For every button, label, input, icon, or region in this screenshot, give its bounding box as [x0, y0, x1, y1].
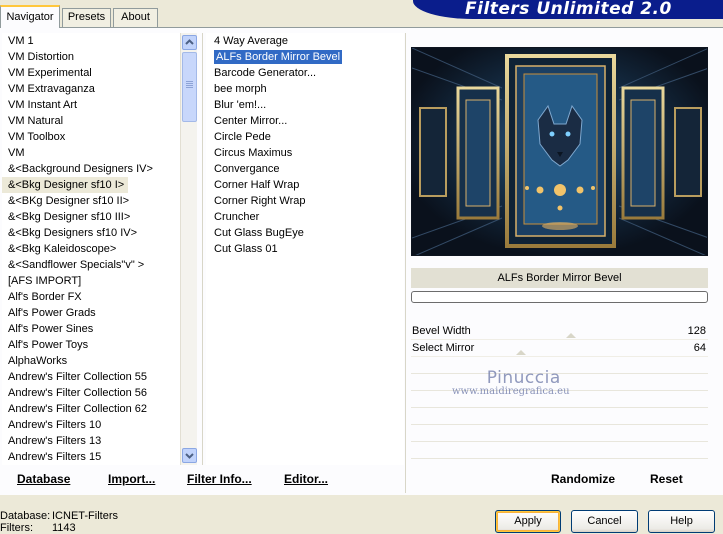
tab-about[interactable]: About: [113, 8, 158, 27]
category-item[interactable]: Andrew's Filter Collection 62: [2, 401, 180, 417]
category-item[interactable]: Andrew's Filters 10: [2, 417, 180, 433]
chevron-down-icon: [185, 453, 194, 459]
parameter-row-empty: [411, 391, 708, 408]
parameter-row-empty: [411, 374, 708, 391]
parameter-value: 64: [693, 342, 706, 354]
category-item[interactable]: Andrew's Filters 13: [2, 433, 180, 449]
category-item[interactable]: Alf's Border FX: [2, 289, 180, 305]
editor-button[interactable]: Editor...: [284, 472, 328, 486]
category-item[interactable]: &<Background Designers IV>: [2, 161, 180, 177]
filter-item[interactable]: Circus Maximus: [206, 145, 404, 161]
filters-count-value: 1143: [52, 522, 76, 534]
category-item[interactable]: Alf's Power Sines: [2, 321, 180, 337]
filter-item[interactable]: Corner Right Wrap: [206, 193, 404, 209]
parameter-row[interactable]: Bevel Width 128: [411, 323, 708, 340]
tab-presets[interactable]: Presets: [62, 8, 111, 27]
category-item[interactable]: AlphaWorks: [2, 353, 180, 369]
parameter-row-empty: [411, 357, 708, 374]
category-item[interactable]: VM Instant Art: [2, 97, 180, 113]
filter-item[interactable]: bee morph: [206, 81, 404, 97]
filter-item-selected[interactable]: ALFs Border Mirror Bevel: [206, 49, 404, 65]
filter-item[interactable]: 4 Way Average: [206, 33, 404, 49]
database-label: Database:: [0, 510, 51, 522]
randomize-button[interactable]: Randomize: [551, 472, 615, 486]
filter-list[interactable]: 4 Way Average ALFs Border Mirror Bevel Bar…: [206, 33, 404, 465]
category-item[interactable]: Andrew's Filter Collection 56: [2, 385, 180, 401]
filter-item[interactable]: Convergance: [206, 161, 404, 177]
filter-item[interactable]: Cut Glass BugEye: [206, 225, 404, 241]
category-item[interactable]: &<Sandflower Specials"v" >: [2, 257, 180, 273]
category-item[interactable]: VM Distortion: [2, 49, 180, 65]
cancel-button[interactable]: Cancel: [571, 510, 638, 533]
filter-item[interactable]: Cut Glass 01: [206, 241, 404, 257]
filter-preview-image[interactable]: [411, 47, 708, 256]
category-item[interactable]: &<BKg Designer sf10 II>: [2, 193, 180, 209]
status-area: Database: ICNET-Filters Filters: 1143: [0, 510, 118, 534]
parameter-name: Select Mirror: [412, 342, 475, 354]
filter-item[interactable]: Circle Pede: [206, 129, 404, 145]
filter-info-button[interactable]: Filter Info...: [187, 472, 252, 486]
database-value: ICNET-Filters: [52, 510, 118, 522]
progress-bar: [411, 291, 708, 303]
category-item[interactable]: VM Toolbox: [2, 129, 180, 145]
grip-icon: [186, 81, 193, 82]
filter-item[interactable]: Barcode Generator...: [206, 65, 404, 81]
category-item[interactable]: &<Bkg Kaleidoscope>: [2, 241, 180, 257]
slider-marker[interactable]: [516, 350, 527, 355]
category-scrollbar[interactable]: [180, 33, 197, 465]
parameter-list: Bevel Width 128 Select Mirror 64: [411, 323, 708, 459]
filter-item[interactable]: Cruncher: [206, 209, 404, 225]
current-filter-name: ALFs Border Mirror Bevel: [411, 268, 708, 288]
apply-button[interactable]: Apply: [495, 510, 561, 533]
chevron-up-icon: [185, 39, 194, 45]
scroll-down-button[interactable]: [182, 448, 197, 463]
import-button[interactable]: Import...: [108, 472, 155, 486]
database-button[interactable]: Database: [17, 472, 70, 486]
category-item[interactable]: [AFS IMPORT]: [2, 273, 180, 289]
category-list[interactable]: VM 1 VM Distortion VM Experimental VM Extra…: [2, 33, 180, 465]
title-banner: Filters Unlimited 2.0: [413, 0, 723, 19]
scroll-up-button[interactable]: [182, 35, 197, 50]
category-item[interactable]: &<Bkg Designers sf10 IV>: [2, 225, 180, 241]
category-item[interactable]: VM: [2, 145, 180, 161]
help-button[interactable]: Help: [648, 510, 715, 533]
category-item[interactable]: VM 1: [2, 33, 180, 49]
parameter-row-empty: [411, 408, 708, 425]
tab-navigator[interactable]: Navigator: [0, 5, 60, 28]
parameter-row-empty: [411, 425, 708, 442]
category-item[interactable]: Andrew's Filter Collection 55: [2, 369, 180, 385]
tab-strip: Navigator Presets About: [0, 0, 400, 28]
navigator-panel: VM 1 VM Distortion VM Experimental VM Extra…: [0, 27, 723, 495]
parameter-name: Bevel Width: [412, 325, 471, 337]
category-item[interactable]: VM Extravaganza: [2, 81, 180, 97]
parameter-row[interactable]: Select Mirror 64: [411, 340, 708, 357]
preview-artwork: [412, 48, 707, 255]
scroll-thumb[interactable]: [182, 52, 197, 122]
category-item[interactable]: Alf's Power Toys: [2, 337, 180, 353]
column-divider: [405, 33, 406, 493]
filter-item[interactable]: Blur 'em!...: [206, 97, 404, 113]
column-divider: [202, 33, 203, 465]
parameter-row-empty: [411, 442, 708, 459]
category-item[interactable]: &<Bkg Designer sf10 III>: [2, 209, 180, 225]
category-item[interactable]: VM Natural: [2, 113, 180, 129]
slider-marker[interactable]: [566, 333, 577, 338]
category-item[interactable]: VM Experimental: [2, 65, 180, 81]
category-item[interactable]: Alf's Power Grads: [2, 305, 180, 321]
parameter-value: 128: [687, 325, 706, 337]
reset-button[interactable]: Reset: [650, 472, 683, 486]
filter-item-label: ALFs Border Mirror Bevel: [214, 50, 343, 64]
app-title: Filters Unlimited 2.0: [465, 0, 672, 19]
category-item-selected[interactable]: &<Bkg Designer sf10 I>: [2, 177, 129, 193]
filter-item[interactable]: Center Mirror...: [206, 113, 404, 129]
filters-count-label: Filters:: [0, 522, 33, 534]
filter-item[interactable]: Corner Half Wrap: [206, 177, 404, 193]
category-item[interactable]: Andrew's Filters 15: [2, 449, 180, 465]
